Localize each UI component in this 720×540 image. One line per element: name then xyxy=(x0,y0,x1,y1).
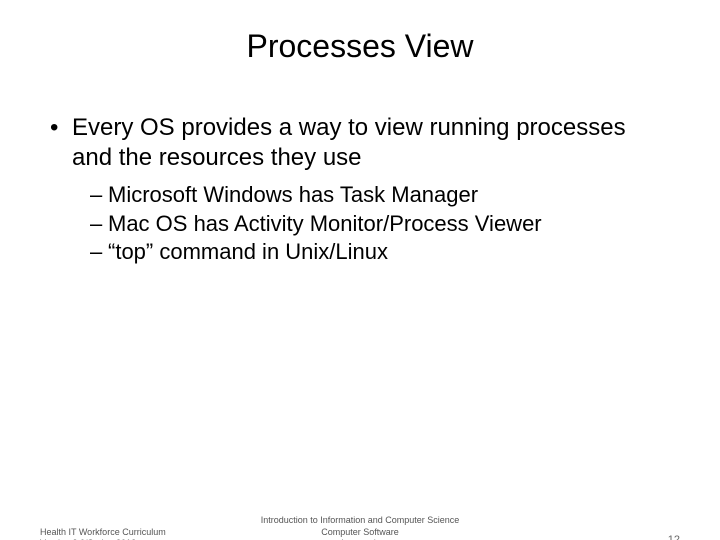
bullet-text: Every OS provides a way to view running … xyxy=(72,114,626,171)
footer-center: Introduction to Information and Computer… xyxy=(0,515,720,540)
sub-bullet-text: “top” command in Unix/Linux xyxy=(108,239,388,264)
bullet-item: Every OS provides a way to view running … xyxy=(50,113,670,267)
sub-bullet-item: Microsoft Windows has Task Manager xyxy=(90,181,670,210)
sub-bullet-text: Mac OS has Activity Monitor/Process View… xyxy=(108,211,542,236)
footer-center-line1: Introduction to Information and Computer… xyxy=(0,515,720,527)
sub-bullet-text: Microsoft Windows has Task Manager xyxy=(108,182,478,207)
slide-title: Processes View xyxy=(0,28,720,65)
page-number: 12 xyxy=(668,534,680,540)
sub-bullet-item: Mac OS has Activity Monitor/Process View… xyxy=(90,210,670,239)
sub-bullet-item: “top” command in Unix/Linux xyxy=(90,238,670,267)
footer-center-line2: Computer Software xyxy=(0,527,720,539)
slide-body: Every OS provides a way to view running … xyxy=(0,113,720,267)
